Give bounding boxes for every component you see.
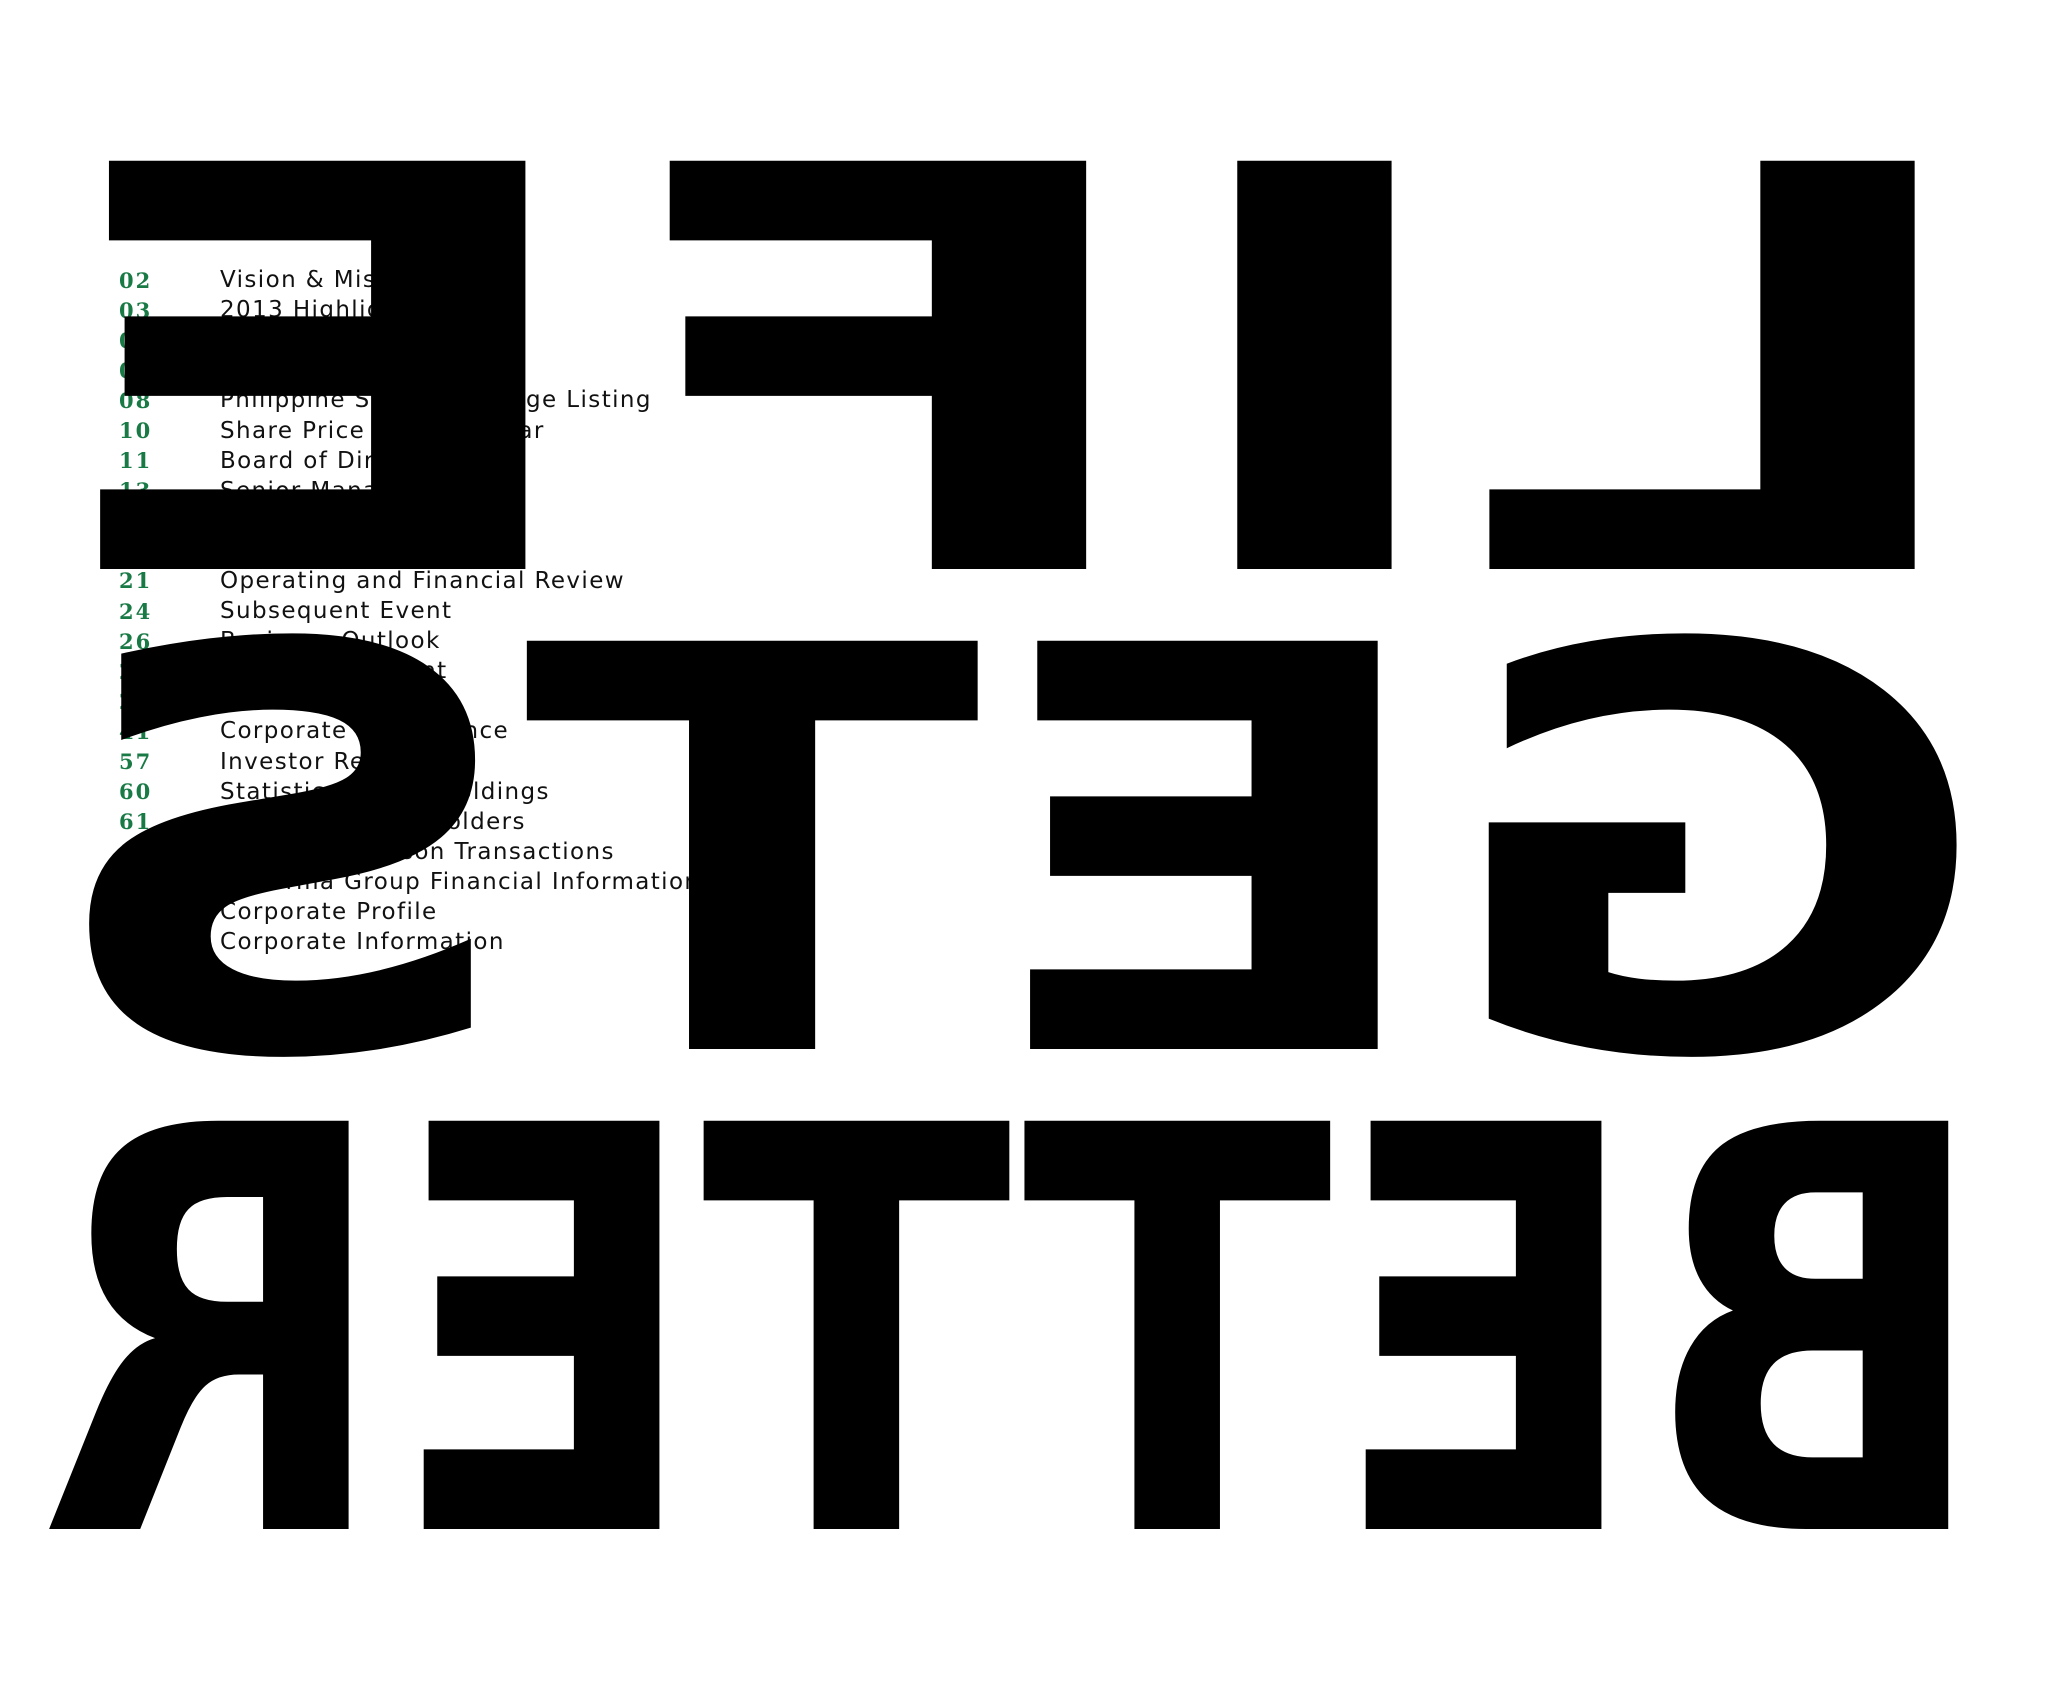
mirrored-headline-graphic: LIFE GETS BETTER (40, 150, 1990, 1550)
headline-line-3: BETTER (40, 1010, 1990, 1550)
mirrored-headline: LIFE GETS BETTER (40, 150, 1990, 1550)
